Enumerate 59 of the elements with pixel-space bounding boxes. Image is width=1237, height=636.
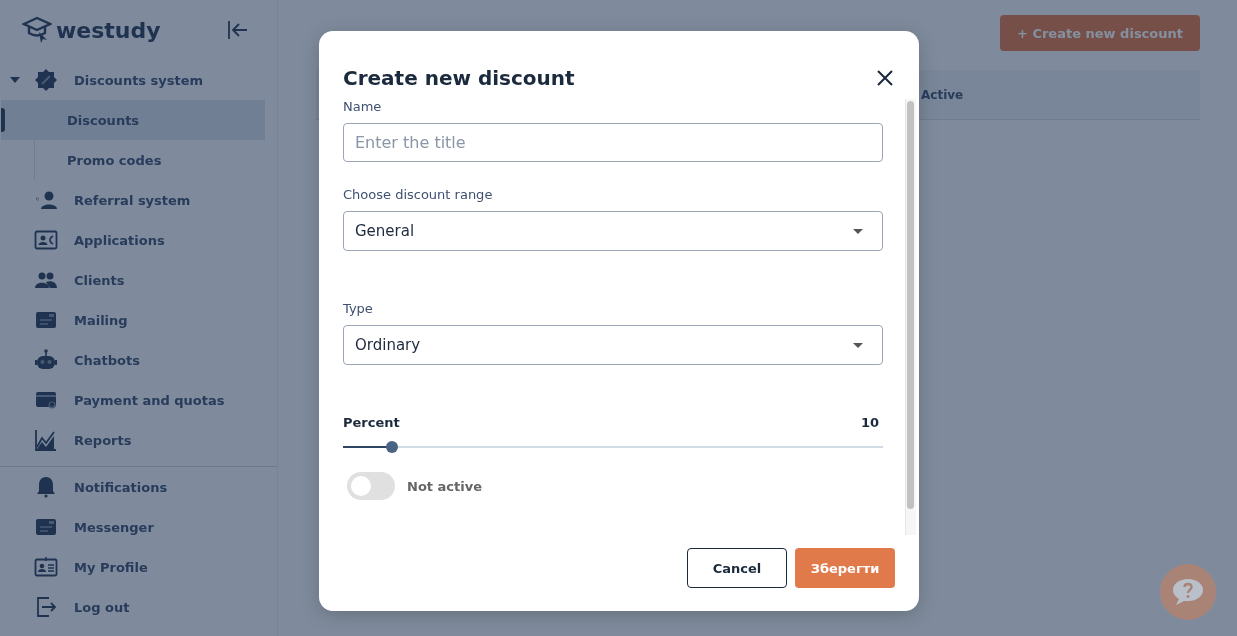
sidebar-item[interactable]: Applications	[0, 220, 265, 260]
sidebar-item-label: Reports	[74, 432, 132, 448]
save-button[interactable]: Зберегти	[795, 548, 895, 588]
sidebar-item-label: Messenger	[74, 519, 154, 535]
sidebar-item[interactable]: Reports	[0, 420, 265, 460]
bell-icon	[34, 475, 58, 499]
sidebar-item[interactable]: Clients	[0, 260, 265, 300]
slider-label: Percent	[343, 415, 400, 430]
robot-icon	[34, 348, 58, 372]
logout-icon	[34, 595, 58, 619]
create-discount-button[interactable]: + Create new discount	[1000, 15, 1200, 51]
sidebar-item[interactable]: My Profile	[0, 547, 265, 587]
sidebar-item[interactable]: Notifications	[0, 467, 265, 507]
sidebar-item-label: Chatbots	[74, 352, 140, 368]
field-label: Type	[343, 301, 374, 316]
close-icon[interactable]	[877, 70, 893, 86]
dropdown-arrow-icon	[853, 342, 863, 348]
slider-thumb[interactable]	[385, 441, 398, 453]
toggle-label: Not active	[407, 478, 482, 494]
column-header: Active	[921, 87, 964, 102]
field-label: Name	[343, 99, 383, 114]
dropdown[interactable]: Ordinary	[343, 325, 883, 365]
sidebar-item[interactable]: Payment and quotas	[0, 380, 265, 420]
cancel-button[interactable]: Cancel	[687, 548, 787, 588]
sidebar-subitem[interactable]: Promo codes	[35, 140, 265, 180]
sidebar-item[interactable]: Mailing	[0, 300, 265, 340]
scrollbar[interactable]	[905, 99, 916, 535]
sidebar-item-label: Clients	[74, 272, 125, 288]
sidebar-item[interactable]: Referral system	[0, 180, 265, 220]
sidebar-item-label: Mailing	[74, 312, 128, 328]
slider-value: 10	[860, 415, 879, 430]
sidebar-item[interactable]: Messenger	[0, 507, 265, 547]
sidebar-item[interactable]: Discounts system	[0, 60, 265, 100]
dropdown-arrow-icon	[853, 228, 863, 234]
selection-indicator	[1, 108, 5, 132]
sidebar-item-label: My Profile	[74, 559, 148, 575]
sidebar-item-label: Referral system	[74, 192, 191, 208]
id-card-icon	[34, 555, 58, 579]
logo-text: westudy	[56, 17, 161, 43]
toggle-switch[interactable]	[347, 472, 395, 500]
collapse-sidebar-icon[interactable]	[227, 20, 249, 40]
contact-card-icon	[34, 228, 58, 252]
percent-badge-icon	[34, 68, 58, 92]
dialog-title: Create new discount	[343, 66, 575, 90]
field-label: Choose discount range	[343, 187, 494, 202]
name-input-field[interactable]: Enter the title	[343, 123, 883, 162]
sidebar-item[interactable]: Log out	[0, 587, 265, 627]
graduation-cap-icon	[22, 16, 52, 44]
sidebar-item-label: Payment and quotas	[74, 392, 225, 408]
sidebar-item[interactable]: Chatbots	[0, 340, 265, 380]
line-chart-icon	[34, 428, 58, 452]
sidebar-item-label: Applications	[74, 232, 165, 248]
sidebar-item-label: Notifications	[74, 479, 168, 495]
sidebar-item-label: Discounts system	[74, 72, 204, 88]
dropdown[interactable]: General	[343, 211, 883, 251]
sidebar-item-label: Log out	[74, 599, 130, 615]
caret-icon[interactable]	[10, 77, 20, 83]
question-bubble-icon	[1171, 576, 1205, 608]
sidebar-subitem[interactable]: Discounts	[1, 100, 265, 140]
